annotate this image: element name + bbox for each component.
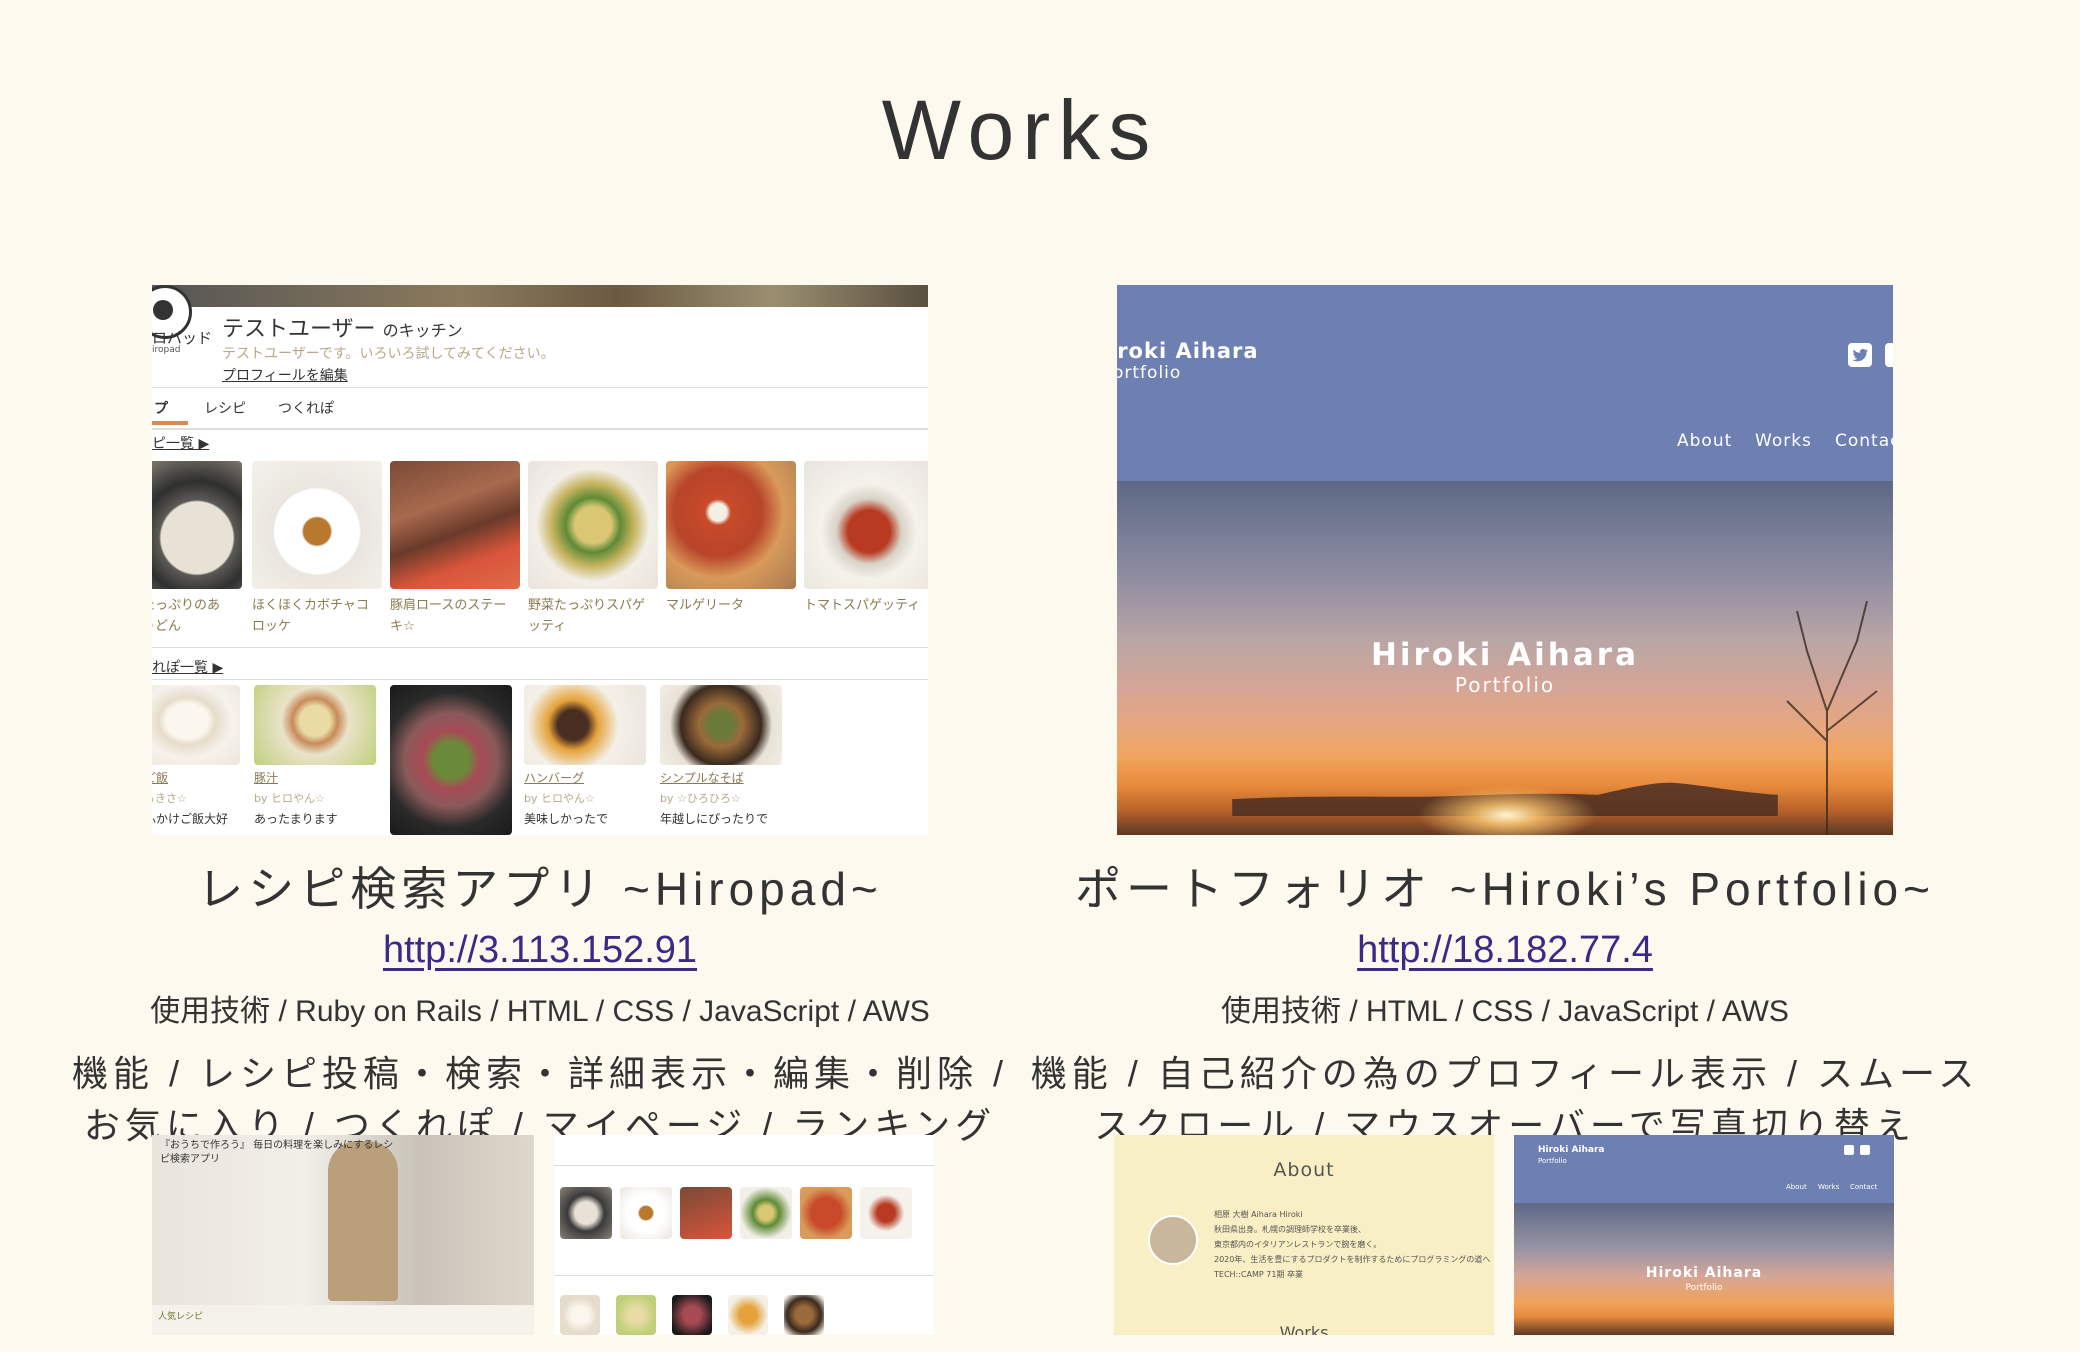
hiropad-user-name: テストユーザー のキッチン	[222, 317, 463, 342]
thumb-about-works: Works	[1279, 1323, 1329, 1335]
portfolio-brand: iroki Aihara	[1117, 339, 1259, 363]
work-url-link[interactable]: http://3.113.152.91	[383, 929, 697, 972]
twitter-icon	[1848, 343, 1872, 367]
portfolio-hero-title: Hiroki Aihara	[1370, 637, 1639, 673]
thumb-about-line: 2020年、生活を豊にするプロダクトを制作するためにプログラミングの道へ	[1214, 1255, 1491, 1264]
recipe-name: マルゲリータ	[666, 598, 745, 613]
thumb-hero-nav-works: Works	[1818, 1183, 1840, 1191]
work-features-line: 機能 / 自己紹介の為のプロフィール表示 / スムース	[1030, 1053, 1980, 1094]
tsukurepo-by: by ☆ひろひろ☆	[660, 792, 741, 805]
hiropad-tsukurepo-section-title: れぽ一覧 ▶	[152, 660, 224, 676]
recipe-name: ほくほくカボチャコ	[252, 598, 369, 613]
recipe-name: たっぷりのあ	[152, 598, 221, 613]
thumb-about-text: 相原 大樹 Aihara Hiroki 秋田県出身。札幌の調理師学校を卒業後、 …	[1214, 1207, 1490, 1282]
hiropad-banner	[152, 285, 928, 307]
portfolio-brand-sub: ortfolio	[1117, 363, 1182, 383]
recipe-name-2: キ☆	[390, 619, 415, 634]
work-title: レシピ検索アプリ ~Hiropad~	[197, 863, 883, 915]
portfolio-screenshot[interactable]: iroki Aihara ortfolio About Works Contac…	[1117, 285, 1893, 835]
twitter-icon	[1844, 1145, 1854, 1155]
portfolio-nav-contact: Contac	[1835, 431, 1893, 451]
recipe-card: 豚肩ロースのステー キ☆	[390, 461, 520, 637]
work-title: ポートフォリオ ~Hiroki’s Portfolio~	[1075, 863, 1935, 915]
tsukurepo-card	[390, 685, 512, 835]
tsukurepo-msg: 年越しにぴったりで	[660, 812, 769, 826]
hiropad-logo-sub: iropad	[152, 345, 181, 355]
recipe-name-2: ッティ	[528, 619, 567, 634]
tsukurepo-msg: 美味しかったで	[524, 812, 609, 826]
github-icon	[1885, 343, 1893, 367]
tsukurepo-card: ご飯 ろきさ☆ ふかけご飯大好	[152, 685, 240, 827]
tsukurepo-name: ご飯	[152, 771, 169, 785]
tsukurepo-msg: あったまります	[254, 812, 338, 826]
thumb-hero-brand: Hiroki Aihara	[1538, 1145, 1605, 1155]
recipe-name: 豚肩ロースのステー	[390, 598, 507, 613]
hiropad-edit-profile-link: プロフィールを編集	[222, 368, 348, 384]
hiropad-tab-top: プ	[154, 401, 168, 417]
hiropad-recipe-section-title: ピ一覧 ▶	[152, 436, 210, 452]
hiropad-screenshot[interactable]: ロパッド iropad テストユーザー のキッチン テストユーザーです。いろいろ…	[152, 285, 928, 835]
github-icon	[1860, 1145, 1870, 1155]
tsukurepo-by: by ヒロやん☆	[254, 792, 325, 805]
recipe-card: マルゲリータ	[666, 461, 796, 616]
recipe-name: 野菜たっぷりスパゲ	[528, 598, 646, 613]
thumb-hero-brand-sub: Portfolio	[1538, 1157, 1567, 1165]
thumb-about-line: 東京都内のイタリアンレストランで腕を磨く。	[1214, 1240, 1382, 1249]
work-features-line: 機能 / レシピ投稿・検索・詳細表示・編集・削除 /	[71, 1053, 1008, 1094]
work-tech-stack: 使用技術 / Ruby on Rails / HTML / CSS / Java…	[150, 995, 930, 1028]
portfolio-hero-sub: Portfolio	[1454, 673, 1556, 697]
tsukurepo-name: ハンバーグ	[524, 771, 585, 785]
hiropad-thumb-footer: 人気レシピ	[158, 1312, 204, 1322]
thumb-about-line: TECH::CAMP 71期 卒業	[1214, 1270, 1303, 1279]
hiropad-tab-recipe: レシピ	[204, 401, 246, 417]
portfolio-thumbnails: About 相原 大樹 Aihara Hiroki 秋田県出身。札幌の調理師学校…	[1114, 1135, 1894, 1335]
hiropad-thumb-text: 『おうちで作ろう』 毎日の料理を楽しみにするレシピ検索アプリ	[160, 1140, 394, 1165]
recipe-card: たっぷりのあうどん	[152, 461, 242, 637]
tsukurepo-card: 豚汁 by ヒロやん☆ あったまります	[254, 685, 376, 827]
tree-silhouette-icon	[1786, 600, 1878, 835]
tsukurepo-by: by ヒロやん☆	[524, 792, 595, 805]
work-card-portfolio: iroki Aihara ortfolio About Works Contac…	[1015, 285, 1995, 1152]
hiropad-tab-indicator	[152, 421, 188, 425]
hiropad-user-desc: テストユーザーです。いろいろ試してみてください。	[222, 346, 555, 362]
portfolio-nav-about: About	[1677, 431, 1733, 451]
tsukurepo-name: シンプルなそば	[660, 771, 744, 785]
recipe-name-2: うどん	[152, 619, 182, 634]
thumb-about-line: 秋田県出身。札幌の調理師学校を卒業後、	[1214, 1225, 1366, 1234]
hiropad-thumb-mypage[interactable]	[554, 1135, 934, 1335]
tsukurepo-card: ハンバーグ by ヒロやん☆ 美味しかったで	[524, 685, 646, 827]
hiropad-divider	[152, 647, 928, 648]
work-url-link[interactable]: http://18.182.77.4	[1357, 929, 1653, 972]
hiropad-tab-tsukurepo: つくれぽ	[278, 401, 334, 417]
tsukurepo-card: シンプルなそば by ☆ひろひろ☆ 年越しにぴったりで	[660, 685, 782, 827]
thumb-about-line: 相原 大樹 Aihara Hiroki	[1214, 1210, 1303, 1219]
hiropad-tabs: プ レシピ つくれぽ	[152, 387, 928, 430]
recipe-card: 野菜たっぷりスパゲ ッティ	[528, 461, 658, 637]
portfolio-nav-works: Works	[1755, 431, 1812, 451]
thumb-about-title: About	[1273, 1159, 1335, 1181]
thumb-hero-nav-about: About	[1786, 1183, 1807, 1191]
thumb-hero-sub: Portfolio	[1685, 1283, 1723, 1293]
hiropad-thumbnails: 『おうちで作ろう』 毎日の料理を楽しみにするレシピ検索アプリ 人気レシピ	[152, 1135, 934, 1335]
sun-glow	[1417, 785, 1597, 835]
recipe-name-2: ロッケ	[252, 619, 292, 634]
hiropad-divider	[152, 679, 928, 680]
recipe-card: トマトスパゲッティ	[804, 461, 928, 616]
tsukurepo-name: 豚汁	[254, 771, 279, 785]
tsukurepo-by: ろきさ☆	[152, 792, 187, 805]
work-tech-stack: 使用技術 / HTML / CSS / JavaScript / AWS	[1221, 995, 1789, 1028]
tsukurepo-msg: ふかけご飯大好	[152, 812, 229, 826]
thumb-hero-title: Hiroki Aihara	[1645, 1265, 1763, 1281]
thumb-hero-nav-contact: Contact	[1850, 1183, 1878, 1191]
hiropad-thumb-kitchen[interactable]: 『おうちで作ろう』 毎日の料理を楽しみにするレシピ検索アプリ 人気レシピ	[152, 1135, 534, 1335]
portfolio-thumb-hero[interactable]: Hiroki Aihara Portfolio About Works Cont…	[1514, 1135, 1894, 1335]
page-title: Works	[881, 83, 1159, 177]
recipe-card: ほくほくカボチャコ ロッケ	[252, 461, 382, 637]
portfolio-header: iroki Aihara ortfolio About Works Contac	[1117, 285, 1893, 481]
avatar	[1148, 1215, 1198, 1265]
recipe-name: トマトスパゲッティ	[804, 598, 921, 613]
work-card-hiropad: ロパッド iropad テストユーザー のキッチン テストユーザーです。いろいろ…	[50, 285, 1030, 1152]
portfolio-thumb-about[interactable]: About 相原 大樹 Aihara Hiroki 秋田県出身。札幌の調理師学校…	[1114, 1135, 1494, 1335]
